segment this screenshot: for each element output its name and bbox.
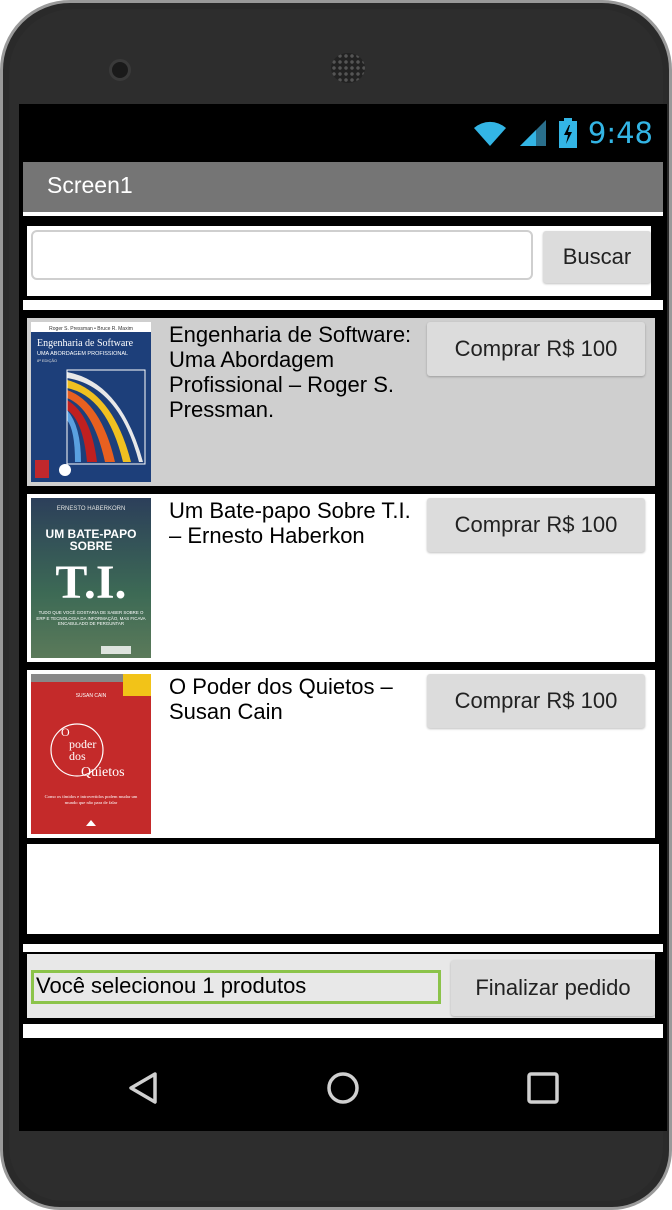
divider: [23, 944, 663, 952]
divider: [23, 212, 663, 216]
wifi-icon: [473, 121, 506, 146]
device-screen: 9:48 Screen1 Buscar Roger S. Pressman • …: [19, 104, 667, 1131]
cover-subtitle: UMA ABORDAGEM PROFISSIONAL: [37, 351, 128, 357]
status-bar: 9:48: [19, 104, 667, 162]
empty-area: [27, 844, 659, 934]
front-camera: [109, 59, 131, 81]
cover-author: SUSAN CAIN: [76, 693, 107, 699]
buy-button[interactable]: Comprar R$ 100: [427, 498, 645, 552]
product-title: Engenharia de Software: Uma Abordagem Pr…: [169, 322, 412, 422]
buy-button[interactable]: Comprar R$ 100: [427, 674, 645, 728]
cover-blurb: Como os tímidos e introvertidos podem mu…: [44, 794, 138, 805]
back-nav-button[interactable]: [121, 1066, 165, 1110]
status-icons: 9:48: [472, 116, 653, 150]
book-cover-art: Roger S. Pressman • Bruce R. Maxim Engen…: [31, 322, 151, 482]
search-button[interactable]: Buscar: [543, 231, 651, 283]
home-nav-button[interactable]: [321, 1066, 365, 1110]
battery-icon: [558, 118, 577, 148]
cover-tagline: TUDO QUE VOCÊ GOSTARIA DE SABER SOBRE O …: [36, 610, 146, 626]
book-cover-art: ERNESTO HABERKORN UM BATE-PAPO SOBRE T.I…: [31, 498, 151, 658]
book-cover-3: SUSAN CAIN O poder dos Quietos Como os t…: [31, 674, 151, 834]
product-item-3[interactable]: SUSAN CAIN O poder dos Quietos Como os t…: [27, 670, 655, 838]
book-cover-2: ERNESTO HABERKORN UM BATE-PAPO SOBRE T.I…: [31, 498, 151, 658]
product-item-1[interactable]: Roger S. Pressman • Bruce R. Maxim Engen…: [27, 318, 655, 486]
search-row: Buscar: [27, 226, 651, 296]
cover-title: Engenharia de Software: [37, 338, 134, 349]
navigation-bar: [19, 1038, 667, 1131]
order-summary-row: Você selecionou 1 produtos Finalizar ped…: [27, 954, 655, 1018]
phone-frame: 9:48 Screen1 Buscar Roger S. Pressman • …: [0, 0, 672, 1210]
book-cover-1: Roger S. Pressman • Bruce R. Maxim Engen…: [31, 322, 151, 482]
cover-authors: Roger S. Pressman • Bruce R. Maxim: [49, 326, 133, 332]
app-title: Screen1: [47, 172, 133, 198]
cover-title-line-4: Quietos: [81, 765, 125, 780]
earpiece-speaker: [331, 53, 365, 83]
product-item-2[interactable]: ERNESTO HABERKORN UM BATE-PAPO SOBRE T.I…: [27, 494, 655, 662]
signal-icon: [519, 120, 546, 146]
finish-order-button[interactable]: Finalizar pedido: [451, 960, 655, 1016]
product-title: Um Bate-papo Sobre T.I. – Ernesto Haberk…: [169, 498, 411, 548]
search-input[interactable]: [31, 230, 533, 280]
cover-edition: 8ª EDIÇÃO: [37, 358, 57, 363]
back-triangle-icon: [129, 1072, 157, 1104]
book-cover-art: SUSAN CAIN O poder dos Quietos Como os t…: [31, 674, 151, 834]
divider: [23, 1024, 663, 1038]
cover-title-line-2: SOBRE: [70, 539, 113, 553]
app-title-bar: Screen1: [23, 162, 663, 212]
divider: [23, 300, 663, 310]
cover-author: ERNESTO HABERKORN: [57, 506, 126, 512]
selection-status-label: Você selecionou 1 produtos: [31, 970, 441, 1004]
recents-square-icon: [527, 1072, 559, 1104]
cover-title-line-3: dos: [69, 749, 86, 763]
home-circle-icon: [327, 1072, 359, 1104]
cover-title-line-3: T.I.: [55, 556, 126, 609]
product-title: O Poder dos Quietos – Susan Cain: [169, 674, 393, 724]
buy-button[interactable]: Comprar R$ 100: [427, 322, 645, 376]
status-clock: 9:48: [587, 116, 653, 150]
recents-nav-button[interactable]: [521, 1066, 565, 1110]
phone-bezel: 9:48 Screen1 Buscar Roger S. Pressman • …: [9, 9, 667, 1201]
